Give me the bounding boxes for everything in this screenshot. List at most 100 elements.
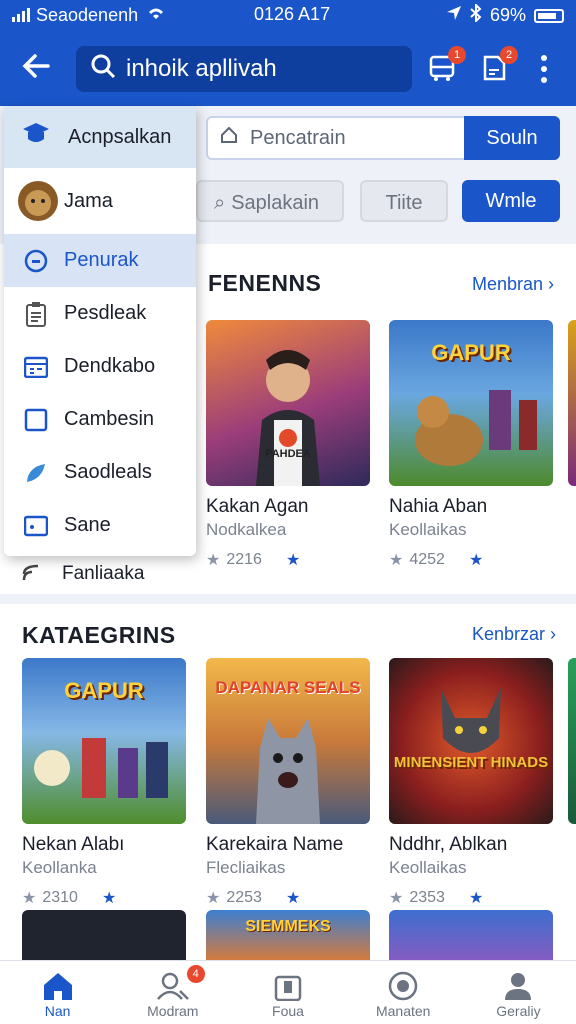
drawer-item-fanliaaka[interactable]: Fanliaaka: [22, 560, 144, 588]
notification-badge: 2: [500, 46, 518, 64]
drawer-item-label: Sane: [64, 514, 111, 536]
location-search-field[interactable]: Pencatrain Souln: [206, 116, 560, 160]
search-input[interactable]: inhoik apllivah: [76, 46, 412, 92]
drawer-item-dendkabo[interactable]: Dendkabo: [4, 340, 196, 393]
app-thumbnail: MINENSIENT HINADS: [389, 658, 553, 824]
star-icon: ★: [285, 552, 301, 569]
thumbnail-caption: DAPANAR SEALS: [215, 678, 361, 697]
wifi-icon: [146, 5, 166, 26]
home-icon: [0, 969, 115, 1003]
app-rating: ★ 2216 ★: [206, 550, 370, 570]
status-bar: Seaodenenh 0126 A17 69%: [0, 0, 576, 30]
more-apps-row: SIEMMEKS: [0, 904, 576, 964]
drawer-item-penurak[interactable]: Penurak: [4, 234, 196, 287]
thumbnail-caption: GAPUR: [64, 678, 144, 703]
drawer-item-label: Fanliaaka: [62, 563, 145, 584]
thumbnail-caption: SIEMMEKS: [245, 918, 331, 935]
app-title: Nekan Alabı: [22, 834, 125, 855]
app-title: Nahia Aban: [389, 496, 488, 517]
app-title: Kakan Agan: [206, 496, 309, 517]
app-developer: Keollaikas: [389, 858, 467, 877]
app-title: Nddhr, Ablkan: [389, 834, 508, 855]
filter-chip-active[interactable]: Wmle: [462, 180, 560, 222]
bottom-navigation: Nan 4 Modram Foua Manaten Geraliy: [0, 960, 576, 1024]
bus-icon[interactable]: 1: [428, 46, 466, 84]
drawer-item-label: Penurak: [64, 249, 139, 271]
target-icon: [346, 969, 461, 1003]
nav-bag[interactable]: Foua: [230, 961, 345, 1024]
person-icon: [461, 969, 576, 1003]
app-developer: Keollaikas: [389, 520, 467, 539]
app-thumbnail: PAHDEA: [206, 320, 370, 486]
app-thumbnail: GAPUR: [22, 658, 186, 824]
app-card[interactable]: GAPUR Nekan Alabı Keollanka ★ 2310 ★: [22, 658, 186, 908]
location-icon: [446, 5, 462, 26]
app-thumbnail: DAPANAR SEALS: [206, 658, 370, 824]
avatar: [18, 181, 58, 221]
app-thumbnail: GAPUR: [389, 320, 553, 486]
edit-document-icon[interactable]: 2: [480, 46, 518, 84]
more-options-icon[interactable]: [534, 52, 554, 86]
drawer-item-pesdleak[interactable]: Pesdleak: [4, 287, 196, 340]
drawer-item-label: Pesdleak: [64, 302, 147, 324]
section-title: KATAEGRINS: [22, 622, 176, 648]
app-thumbnail[interactable]: [389, 910, 553, 964]
app-card[interactable]: MINENSIENT HINADS Nddhr, Ablkan Keollaik…: [389, 658, 553, 908]
thumbnail-caption: PAHDEA: [265, 448, 311, 460]
card-icon: [22, 512, 50, 540]
app-card[interactable]: DAPANAR SEALS Karekaira Name Flecliaikas…: [206, 658, 370, 908]
battery-icon: [534, 8, 564, 23]
drawer-item-label: Jama: [64, 189, 113, 212]
square-icon: [22, 406, 50, 434]
drawer-item-saodleals[interactable]: Saodleals: [4, 446, 196, 499]
bluetooth-icon: [470, 2, 482, 27]
nav-people[interactable]: 4 Modram: [115, 961, 230, 1024]
star-icon: ★: [468, 552, 484, 569]
app-card[interactable]: PAHDEA Kakan Agan Nodkalkea ★ 2216 ★: [206, 320, 370, 570]
filter-chip-search[interactable]: ⌕ Saplakain: [196, 180, 344, 222]
app-thumbnail[interactable]: [22, 910, 186, 964]
next-card-edge: [568, 320, 576, 486]
notification-badge: 1: [448, 46, 466, 64]
drawer-item-profile[interactable]: Jama: [4, 168, 196, 234]
section-title: FENENNS: [208, 270, 322, 296]
drawer-item-cambesin[interactable]: Cambesin: [4, 393, 196, 446]
app-developer: Flecliaikas: [206, 858, 286, 877]
drawer-item-sane[interactable]: Sane: [4, 499, 196, 552]
drawer-item-label: Cambesin: [64, 408, 155, 430]
nav-label: Nan: [44, 1003, 71, 1019]
graduation-cap-icon: [22, 121, 68, 153]
next-card-edge: [568, 658, 576, 824]
drawer-item-label: Dendkabo: [64, 355, 156, 377]
search-button[interactable]: Souln: [464, 116, 560, 160]
drawer-menu: Acnpsalkan Jama Penurak Pesdleak Dendkab…: [4, 106, 196, 556]
app-thumbnail[interactable]: SIEMMEKS: [206, 910, 370, 964]
app-developer: Nodkalkea: [206, 520, 287, 539]
app-card[interactable]: GAPUR Nahia Aban Keollaikas ★ 4252 ★: [389, 320, 553, 570]
see-more-link[interactable]: Menbran ›: [472, 274, 554, 295]
nav-profile[interactable]: Geraliy: [461, 961, 576, 1024]
leaf-icon: [22, 459, 50, 487]
nav-target[interactable]: Manaten: [346, 961, 461, 1024]
see-more-link[interactable]: Kenbrzar ›: [472, 624, 556, 645]
drawer-header[interactable]: Acnpsalkan: [4, 106, 196, 168]
carrier-name: Seaodenenh: [36, 4, 139, 25]
clipboard-icon: [22, 300, 50, 328]
notification-badge: 4: [186, 965, 205, 983]
download-count: 4252: [409, 551, 445, 568]
nav-label: Modram: [147, 1003, 199, 1019]
star-icon: ★: [389, 552, 404, 569]
battery-percent: 69%: [489, 5, 526, 25]
back-arrow-icon[interactable]: [20, 50, 56, 86]
nav-home[interactable]: Nan: [0, 961, 115, 1024]
calendar-icon: [22, 353, 50, 381]
filter-chip-title[interactable]: Tiite: [360, 180, 448, 222]
thumbnail-caption: MINENSIENT HINADS: [393, 754, 549, 771]
clock: 0126 A17: [254, 4, 331, 24]
signal-icon: [12, 8, 30, 22]
people-icon: [115, 969, 230, 1003]
thumbnail-caption: GAPUR: [431, 340, 511, 365]
app-title: Karekaira Name: [206, 834, 344, 855]
field-placeholder: Pencatrain: [250, 126, 346, 149]
nav-label: Foua: [272, 1003, 304, 1019]
